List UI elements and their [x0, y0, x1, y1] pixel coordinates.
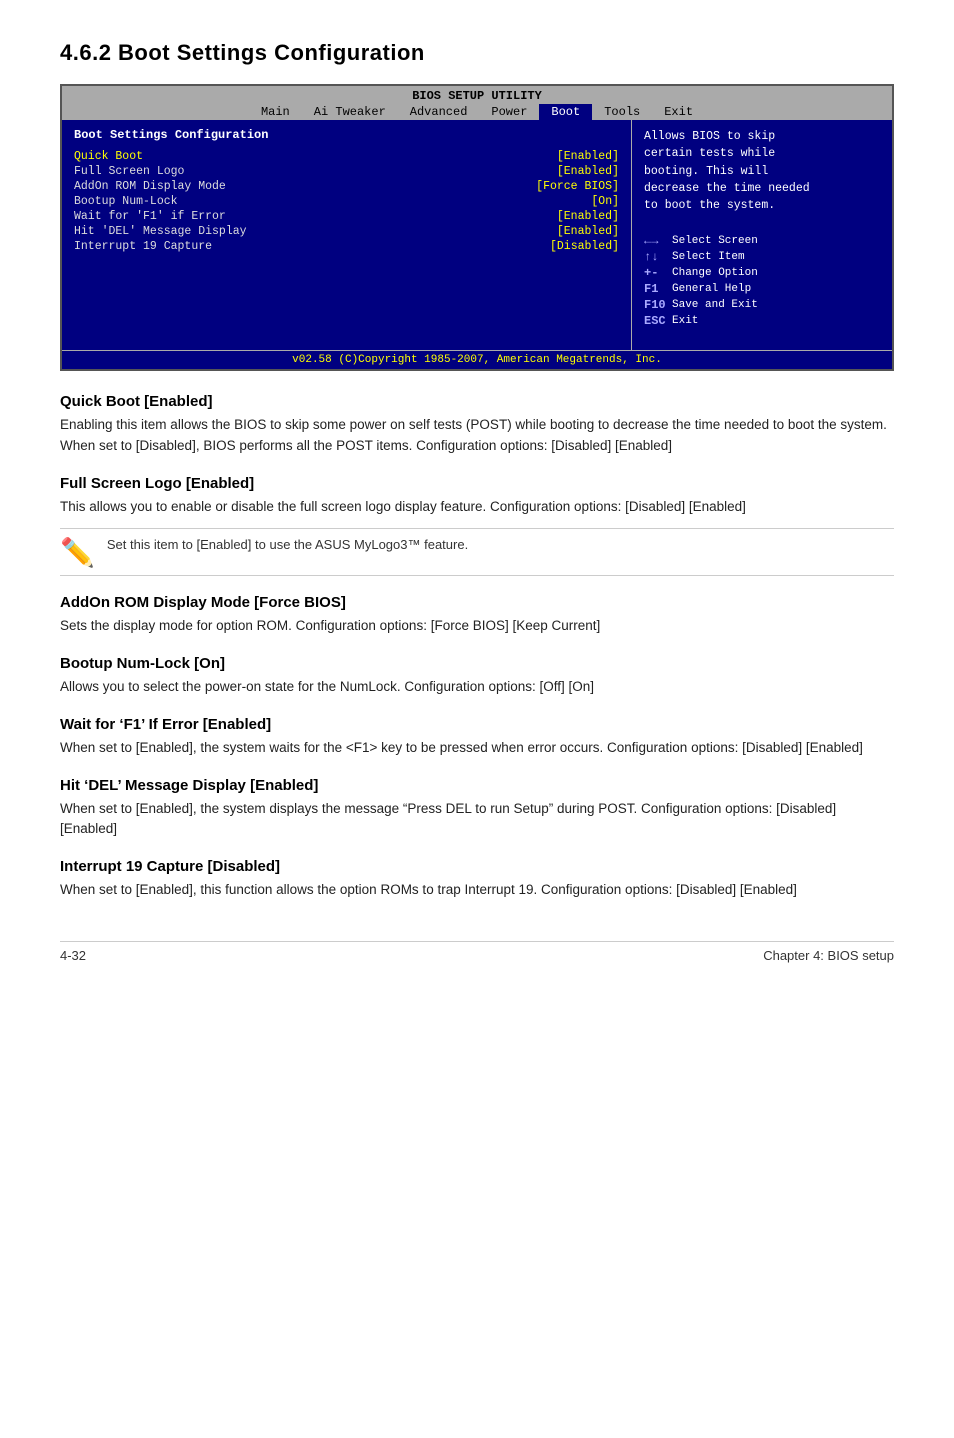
bios-label-full-screen: Full Screen Logo: [74, 165, 184, 178]
note-pencil-icon: ✏️: [60, 539, 95, 567]
page-title: 4.6.2 Boot Settings Configuration: [60, 40, 894, 66]
section-heading-numlock: Bootup Num-Lock [On]: [60, 655, 894, 672]
section-body-quick-boot: Enabling this item allows the BIOS to sk…: [60, 415, 894, 457]
section-body-hit-del: When set to [Enabled], the system displa…: [60, 799, 894, 841]
bios-body: Boot Settings Configuration Quick Boot […: [62, 120, 892, 350]
bios-row-addon-rom[interactable]: AddOn ROM Display Mode [Force BIOS]: [74, 180, 619, 193]
bios-tab-tools[interactable]: Tools: [592, 104, 652, 120]
footer-chapter: Chapter 4: BIOS setup: [763, 948, 894, 963]
bios-key-change-option: +- Change Option: [644, 266, 880, 280]
section-wait-f1: Wait for ‘F1’ If Error [Enabled] When se…: [60, 716, 894, 759]
bios-row-full-screen[interactable]: Full Screen Logo [Enabled]: [74, 165, 619, 178]
bios-row-wait-f1[interactable]: Wait for 'F1' if Error [Enabled]: [74, 210, 619, 223]
bios-section-title: Boot Settings Configuration: [74, 128, 619, 142]
bios-value-quick-boot: [Enabled]: [557, 150, 619, 163]
bios-label-numlock: Bootup Num-Lock: [74, 195, 178, 208]
bios-value-hit-del: [Enabled]: [557, 225, 619, 238]
bios-key-desc-f10: Save and Exit: [672, 299, 758, 311]
section-heading-quick-boot: Quick Boot [Enabled]: [60, 393, 894, 410]
section-body-full-screen: This allows you to enable or disable the…: [60, 497, 894, 518]
bios-row-interrupt[interactable]: Interrupt 19 Capture [Disabled]: [74, 240, 619, 253]
esc-icon: ESC: [644, 314, 672, 328]
bios-label-hit-del: Hit 'DEL' Message Display: [74, 225, 247, 238]
bios-label-quick-boot: Quick Boot: [74, 150, 143, 163]
section-addon-rom: AddOn ROM Display Mode [Force BIOS] Sets…: [60, 594, 894, 637]
bios-row-quick-boot[interactable]: Quick Boot [Enabled]: [74, 150, 619, 163]
bios-tab-exit[interactable]: Exit: [652, 104, 705, 120]
section-body-numlock: Allows you to select the power-on state …: [60, 677, 894, 698]
arrow-lr-icon: ←→: [644, 234, 672, 248]
section-heading-wait-f1: Wait for ‘F1’ If Error [Enabled]: [60, 716, 894, 733]
bios-tabs: Main Ai Tweaker Advanced Power Boot Tool…: [62, 104, 892, 120]
bios-row-numlock[interactable]: Bootup Num-Lock [On]: [74, 195, 619, 208]
bios-tab-main[interactable]: Main: [249, 104, 302, 120]
bios-key-f1: F1 General Help: [644, 282, 880, 296]
bios-tab-ai[interactable]: Ai Tweaker: [302, 104, 398, 120]
section-body-addon-rom: Sets the display mode for option ROM. Co…: [60, 616, 894, 637]
arrow-ud-icon: ↑↓: [644, 250, 672, 264]
bios-key-desc-esc: Exit: [672, 315, 698, 327]
bios-keys: ←→ Select Screen ↑↓ Select Item +- Chang…: [644, 234, 880, 328]
bios-value-interrupt: [Disabled]: [550, 240, 619, 253]
section-heading-interrupt: Interrupt 19 Capture [Disabled]: [60, 858, 894, 875]
f10-icon: F10: [644, 298, 672, 312]
note-text-mylogo: Set this item to [Enabled] to use the AS…: [107, 537, 468, 552]
bios-value-full-screen: [Enabled]: [557, 165, 619, 178]
bios-label-interrupt: Interrupt 19 Capture: [74, 240, 212, 253]
bios-help-text: Allows BIOS to skipcertain tests whilebo…: [644, 128, 880, 214]
section-quick-boot: Quick Boot [Enabled] Enabling this item …: [60, 393, 894, 457]
bios-tab-advanced[interactable]: Advanced: [398, 104, 480, 120]
bios-key-desc-screen: Select Screen: [672, 235, 758, 247]
section-heading-addon-rom: AddOn ROM Display Mode [Force BIOS]: [60, 594, 894, 611]
plus-minus-icon: +-: [644, 266, 672, 280]
bios-row-hit-del[interactable]: Hit 'DEL' Message Display [Enabled]: [74, 225, 619, 238]
footer-page-number: 4-32: [60, 948, 86, 963]
section-body-wait-f1: When set to [Enabled], the system waits …: [60, 738, 894, 759]
section-hit-del: Hit ‘DEL’ Message Display [Enabled] When…: [60, 777, 894, 841]
bios-key-desc-f1: General Help: [672, 283, 751, 295]
f1-icon: F1: [644, 282, 672, 296]
note-box-mylogo: ✏️ Set this item to [Enabled] to use the…: [60, 528, 894, 576]
bios-key-select-item: ↑↓ Select Item: [644, 250, 880, 264]
section-bootup-numlock: Bootup Num-Lock [On] Allows you to selec…: [60, 655, 894, 698]
page-footer: 4-32 Chapter 4: BIOS setup: [60, 941, 894, 963]
section-interrupt-19: Interrupt 19 Capture [Disabled] When set…: [60, 858, 894, 901]
section-heading-hit-del: Hit ‘DEL’ Message Display [Enabled]: [60, 777, 894, 794]
bios-value-numlock: [On]: [591, 195, 619, 208]
section-full-screen-logo: Full Screen Logo [Enabled] This allows y…: [60, 475, 894, 576]
bios-key-desc-option: Change Option: [672, 267, 758, 279]
bios-value-addon-rom: [Force BIOS]: [536, 180, 619, 193]
bios-tab-boot[interactable]: Boot: [539, 104, 592, 120]
bios-right-panel: Allows BIOS to skipcertain tests whilebo…: [632, 120, 892, 350]
section-heading-full-screen: Full Screen Logo [Enabled]: [60, 475, 894, 492]
bios-left-panel: Boot Settings Configuration Quick Boot […: [62, 120, 632, 350]
bios-key-select-screen: ←→ Select Screen: [644, 234, 880, 248]
bios-value-wait-f1: [Enabled]: [557, 210, 619, 223]
section-body-interrupt: When set to [Enabled], this function all…: [60, 880, 894, 901]
bios-header: BIOS SETUP UTILITY: [62, 86, 892, 104]
bios-key-f10: F10 Save and Exit: [644, 298, 880, 312]
bios-key-desc-item: Select Item: [672, 251, 745, 263]
bios-footer: v02.58 (C)Copyright 1985-2007, American …: [62, 350, 892, 369]
bios-screen: BIOS SETUP UTILITY Main Ai Tweaker Advan…: [60, 84, 894, 371]
bios-label-addon-rom: AddOn ROM Display Mode: [74, 180, 226, 193]
bios-key-esc: ESC Exit: [644, 314, 880, 328]
bios-tab-power[interactable]: Power: [479, 104, 539, 120]
bios-label-wait-f1: Wait for 'F1' if Error: [74, 210, 226, 223]
